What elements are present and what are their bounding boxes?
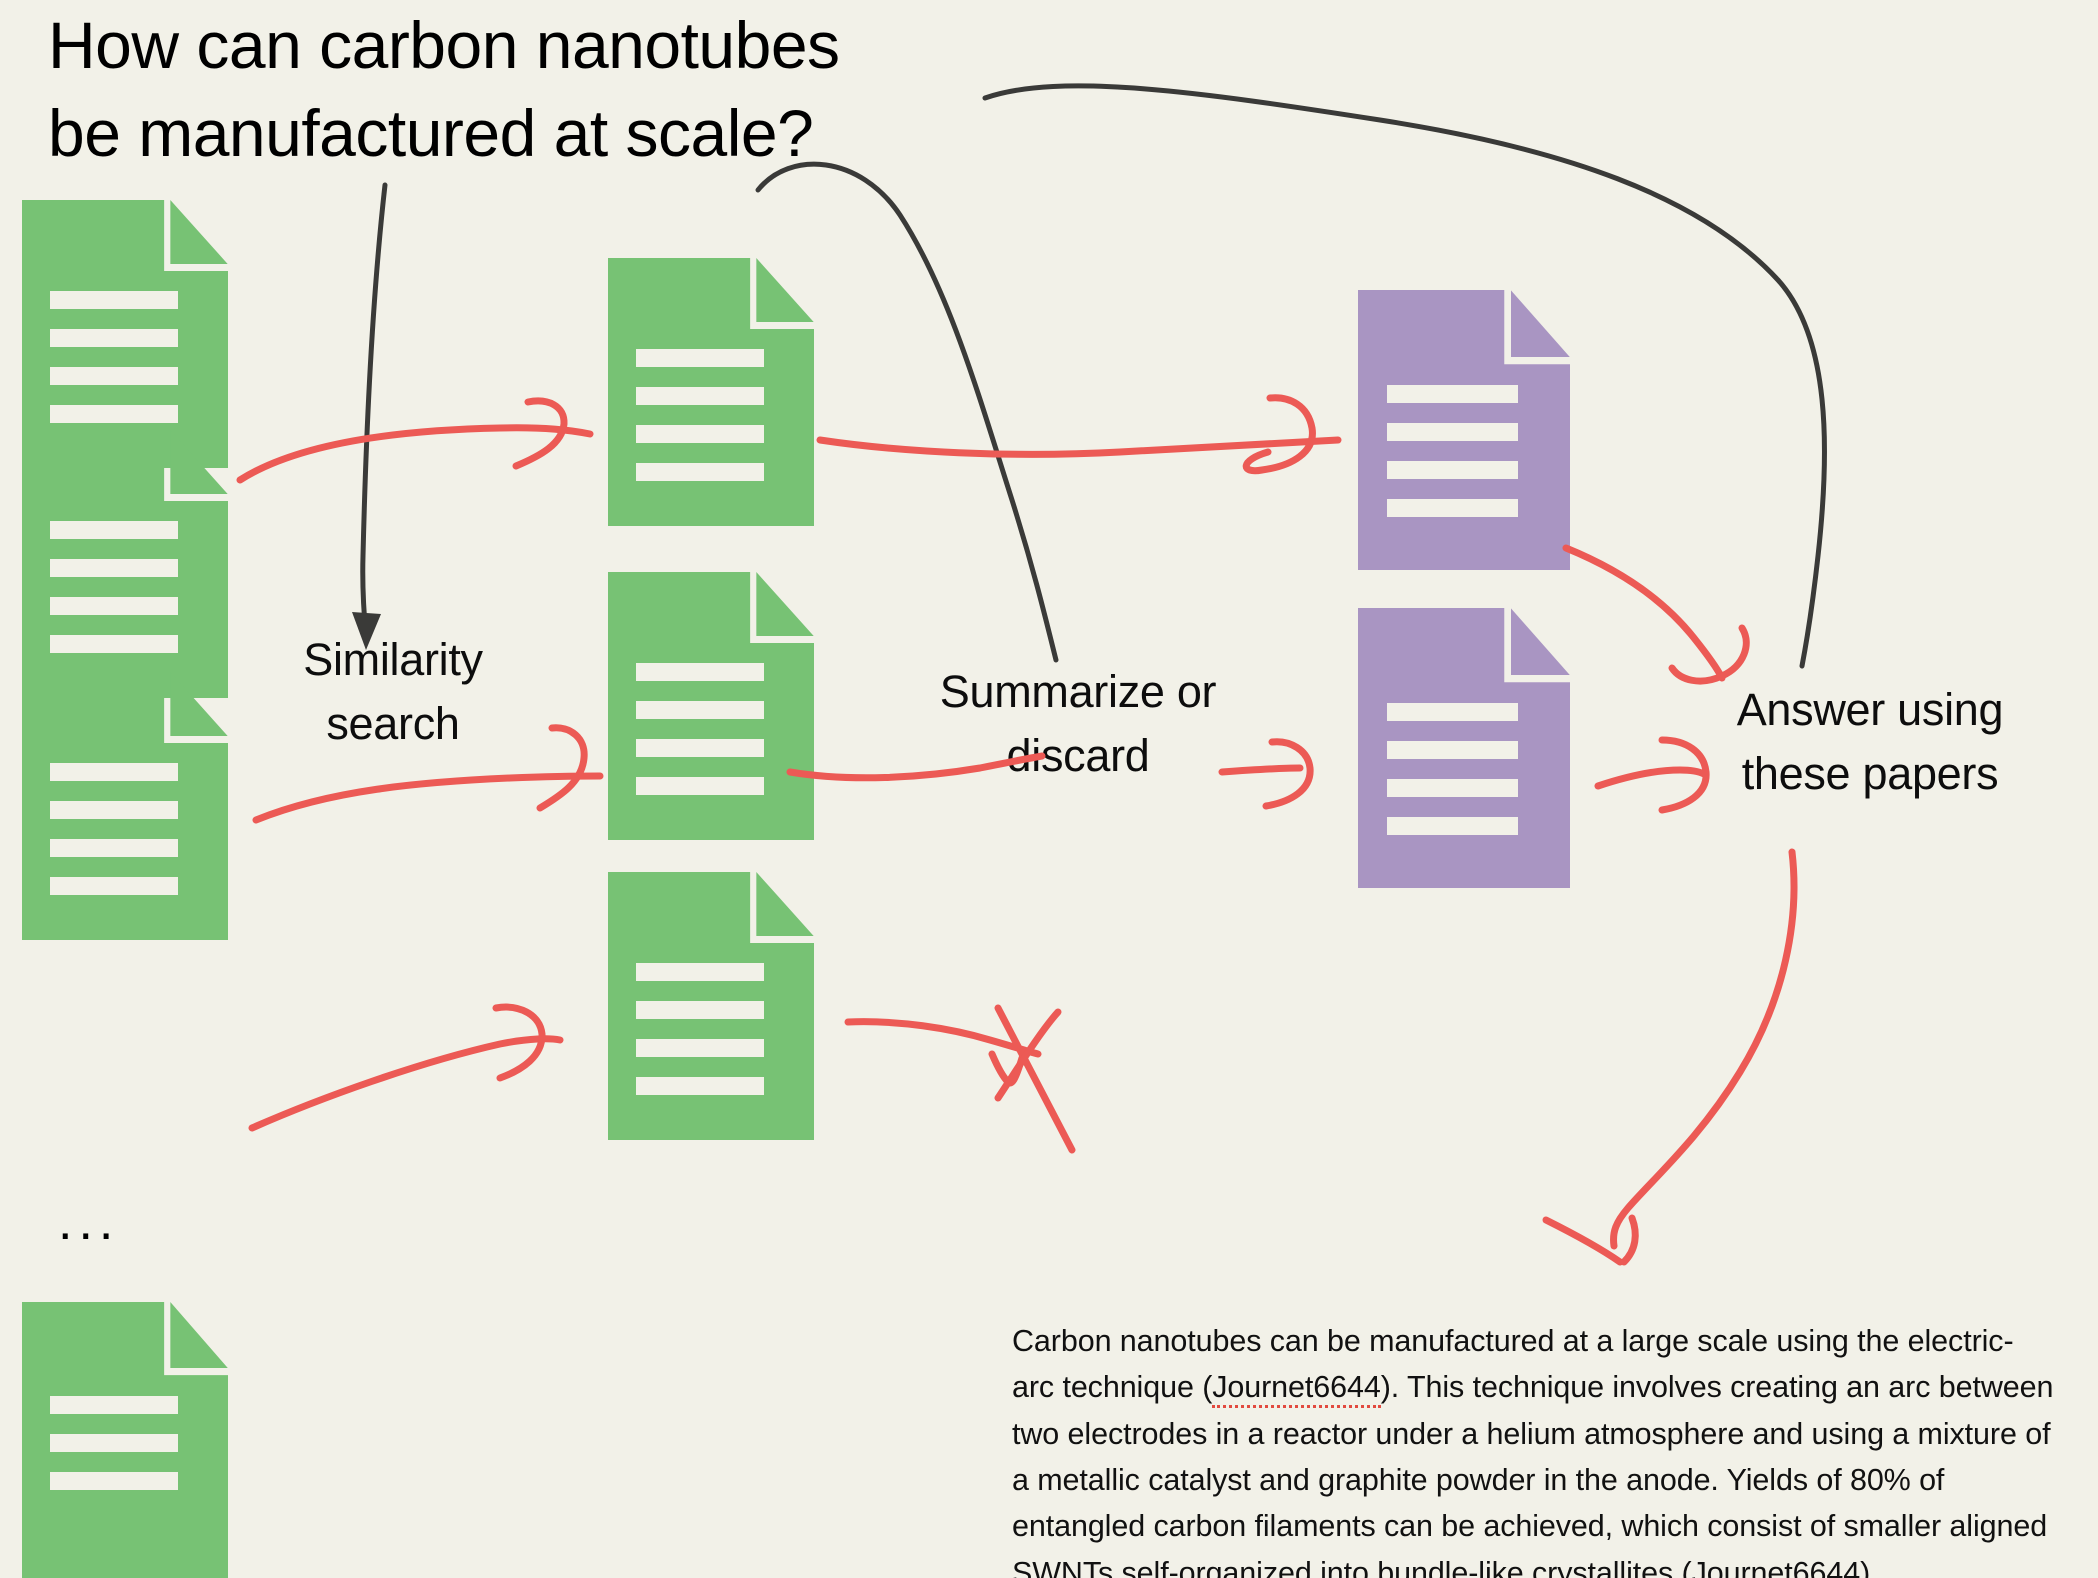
page-fold-icon: [756, 258, 814, 323]
page-fold-icon: [756, 572, 814, 637]
summary-doc-1: [1358, 290, 1570, 570]
answer-citation: Journet6644: [1212, 1370, 1381, 1409]
page-fold-icon: [170, 200, 228, 265]
page-fold-icon: [170, 430, 228, 495]
page-fold-icon: [756, 872, 814, 937]
page-fold-icon: [1510, 290, 1570, 358]
red-arrow-answer-to-paragraph: [1542, 848, 1798, 1266]
document-text-lines: [49, 763, 178, 910]
page-fold-icon: [170, 672, 228, 737]
red-arrow-retrieved1-to-summary1: [816, 394, 1342, 475]
red-arrow-summary1-to-answer: [1562, 544, 1750, 685]
corpus-doc-4: [22, 1302, 228, 1578]
more-documents-ellipsis: ...: [58, 1193, 120, 1251]
summary-doc-2: [1358, 608, 1570, 888]
document-text-lines: [635, 663, 764, 810]
label-answer-using-these-papers: Answer using these papers: [1736, 684, 2004, 799]
retrieved-doc-3: [608, 872, 814, 1140]
document-text-lines: [1386, 385, 1519, 539]
document-text-lines: [49, 291, 178, 438]
corpus-doc-1: [22, 200, 228, 468]
red-arrow-corpus3-to-retrieved3: [248, 1003, 564, 1132]
retrieved-doc-2: [608, 572, 814, 840]
document-text-lines: [49, 1395, 178, 1548]
page-title: How can carbon nanotubes be manufactured…: [48, 8, 840, 170]
document-text-lines: [635, 349, 764, 496]
generated-answer-text: Carbon nanotubes can be manufactured at …: [1012, 1318, 2054, 1578]
label-summarize-or-discard: Summarize or discard: [939, 666, 1217, 781]
retrieved-doc-1: [608, 258, 814, 526]
red-arrow-corpus1-to-retrieved1: [236, 397, 594, 484]
answer-text-segment: ).: [1860, 1555, 1879, 1578]
label-similarity-search: Similarity search: [303, 634, 483, 749]
diagram-canvas: How can carbon nanotubes be manufactured…: [0, 0, 2098, 1578]
discard-x-mark: [844, 1004, 1076, 1154]
corpus-doc-2: [22, 430, 228, 698]
corpus-doc-3: [22, 672, 228, 940]
document-text-lines: [635, 963, 764, 1110]
black-arrow-to-similarity-search: [352, 182, 388, 650]
page-fold-icon: [1510, 608, 1570, 676]
document-text-lines: [1386, 703, 1519, 857]
document-text-lines: [49, 521, 178, 668]
page-fold-icon: [170, 1302, 228, 1369]
answer-citation: Journet6644: [1691, 1555, 1860, 1578]
